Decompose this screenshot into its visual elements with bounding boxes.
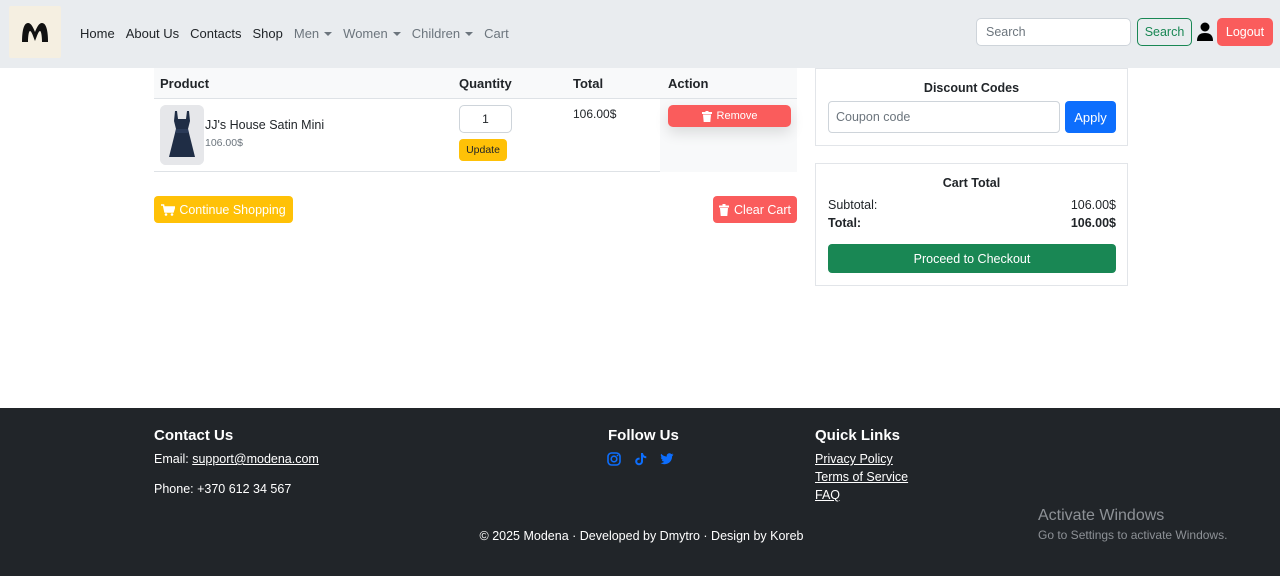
total-label: Total: — [828, 216, 862, 230]
chevron-down-icon — [392, 32, 401, 37]
header-total: Total — [573, 76, 604, 91]
continue-shopping-button[interactable]: Continue Shopping — [154, 196, 293, 223]
footer: Contact Us Email: support@modena.com Pho… — [0, 408, 1280, 576]
total-value: 106.00$ — [1070, 216, 1116, 230]
nav-men-label: Men — [293, 25, 320, 41]
clear-cart-button[interactable]: Clear Cart — [713, 196, 797, 223]
nav-women-dropdown[interactable]: Women — [343, 26, 401, 41]
twitter-icon[interactable] — [660, 453, 674, 468]
trash-icon — [719, 203, 730, 216]
nav-women-label: Women — [343, 25, 388, 41]
header-product: Product — [160, 76, 210, 91]
trash-icon — [701, 110, 712, 122]
cart-table: Product Quantity Total Action JJ's House… — [154, 68, 797, 172]
dress-icon — [160, 105, 204, 165]
contact-phone: Phone: +370 612 34 567 — [154, 482, 292, 496]
logout-button[interactable]: Logout — [1217, 18, 1273, 46]
nav-men-dropdown[interactable]: Men — [293, 25, 333, 41]
search-input[interactable] — [976, 18, 1131, 46]
discount-title: Discount Codes — [923, 81, 1020, 95]
modena-logo-icon — [22, 23, 48, 42]
cart-table-header: Product Quantity Total Action — [154, 68, 797, 99]
coupon-code-input[interactable] — [828, 101, 1060, 133]
contact-email: Email: support@modena.com — [154, 452, 319, 466]
discount-codes-card: Discount Codes Apply — [815, 68, 1128, 146]
brand-logo[interactable] — [9, 6, 61, 58]
nav-cart[interactable]: Cart — [484, 26, 509, 41]
chevron-down-icon — [324, 32, 333, 37]
remove-label: Remove — [716, 110, 758, 122]
product-name: JJ's House Satin Mini — [205, 118, 325, 132]
social-links — [607, 452, 687, 469]
cart-total-title: Cart Total — [942, 176, 1001, 190]
nav-home[interactable]: Home — [80, 26, 115, 41]
cart-total-card: Cart Total Subtotal: 106.00$ Total: 106.… — [815, 163, 1128, 286]
cart-item-row: JJ's House Satin Mini 106.00$ Update 106… — [154, 99, 797, 172]
product-image — [160, 105, 204, 165]
nav-children-dropdown[interactable]: Children — [411, 25, 474, 41]
update-button[interactable]: Update — [459, 139, 507, 161]
tiktok-icon[interactable] — [634, 452, 647, 469]
follow-heading: Follow Us — [608, 427, 679, 444]
product-price: 106.00$ — [205, 137, 243, 149]
quantity-input[interactable] — [459, 105, 512, 133]
faq-link[interactable]: FAQ — [815, 488, 840, 502]
subtotal-row: Subtotal: 106.00$ — [828, 198, 1116, 212]
quick-links-heading: Quick Links — [815, 427, 901, 444]
chevron-down-icon — [465, 32, 474, 37]
subtotal-value: 106.00$ — [1070, 198, 1116, 212]
continue-shopping-label: Continue Shopping — [179, 202, 286, 217]
watermark-line2: Go to Settings to activate Windows. — [1038, 528, 1228, 542]
subtotal-label: Subtotal: — [828, 198, 878, 212]
search-button[interactable]: Search — [1137, 18, 1192, 46]
header-quantity: Quantity — [459, 76, 512, 91]
apply-coupon-button[interactable]: Apply — [1065, 101, 1116, 133]
instagram-icon[interactable] — [607, 452, 621, 469]
user-icon[interactable] — [1196, 22, 1214, 42]
header-action: Action — [668, 76, 709, 91]
nav-children-label: Children — [411, 25, 461, 41]
contact-heading: Contact Us — [154, 427, 234, 444]
nav-contacts[interactable]: Contacts — [190, 26, 241, 41]
clear-cart-label: Clear Cart — [734, 202, 791, 217]
remove-button[interactable]: Remove — [668, 105, 791, 127]
navbar: Home About Us Contacts Shop Men Women Ch… — [0, 0, 1280, 68]
nav-links: Home About Us Contacts Shop Men Women Ch… — [80, 24, 520, 42]
nav-about-us[interactable]: About Us — [126, 26, 179, 41]
email-link[interactable]: support@modena.com — [192, 452, 319, 466]
total-row: Total: 106.00$ — [828, 216, 1116, 230]
terms-of-service-link[interactable]: Terms of Service — [815, 470, 908, 484]
cart-icon — [161, 203, 176, 216]
activate-windows-watermark: Activate Windows Go to Settings to activ… — [1038, 507, 1227, 542]
privacy-policy-link[interactable]: Privacy Policy — [815, 452, 893, 466]
row-total: 106.00$ — [573, 107, 617, 121]
watermark-line1: Activate Windows — [1038, 507, 1165, 524]
email-label: Email: — [154, 452, 193, 466]
nav-shop[interactable]: Shop — [252, 26, 282, 41]
proceed-to-checkout-button[interactable]: Proceed to Checkout — [828, 244, 1116, 273]
